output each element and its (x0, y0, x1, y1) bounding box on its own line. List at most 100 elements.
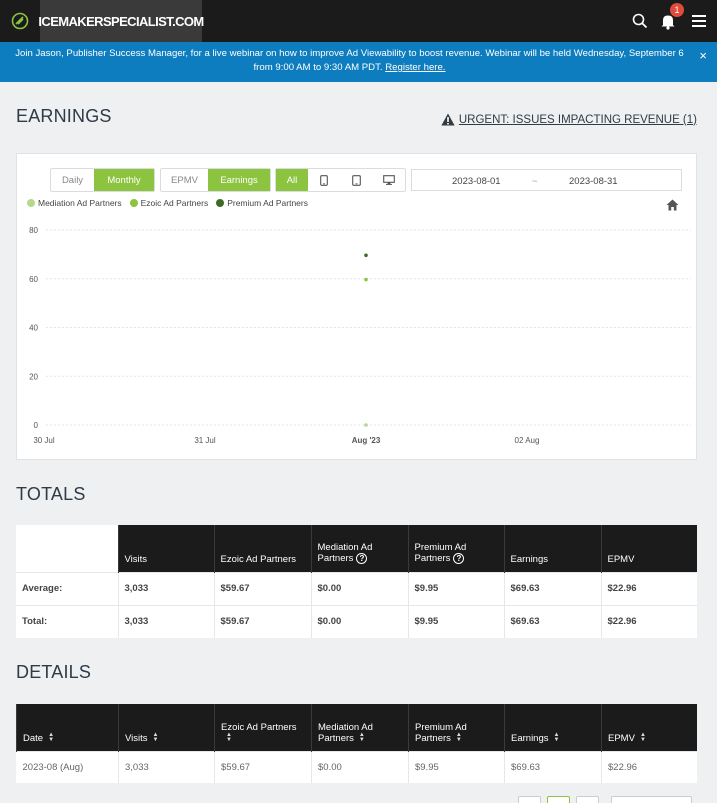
legend-label: Ezoic Ad Partners (140, 198, 209, 208)
details-table-card: Date ▲ ▼ Visits ▲ ▼ Ezoic Ad Partners▲ ▼ Medi… (16, 704, 697, 783)
details-header-ezoic[interactable]: Ezoic Ad Partners▲ ▼ (214, 704, 312, 751)
totals-cell: $59.67 (213, 604, 311, 638)
pagination-prev-button[interactable] (518, 796, 541, 803)
details-header-epmv[interactable]: EPMV ▲ ▼ (601, 704, 697, 751)
details-cell: $22.96 (601, 750, 697, 783)
table-row: 2023-08 (Aug) 3,033 $59.67 $0.00 $9.95 $… (16, 750, 697, 783)
totals-title: TOTALS (16, 484, 86, 504)
totals-cell: $22.96 (600, 604, 697, 638)
totals-header-blank (16, 525, 118, 572)
totals-header-premium: Premium Ad Partners? (407, 525, 504, 572)
y-tick-label: 60 (29, 275, 38, 284)
legend-item[interactable]: Mediation Ad Partners (27, 198, 122, 208)
legend-item[interactable]: Ezoic Ad Partners (129, 198, 209, 208)
totals-cell: $9.95 (407, 571, 504, 605)
help-icon[interactable]: ? (453, 553, 465, 565)
sort-icon[interactable]: ▲ ▼ (48, 732, 54, 743)
details-cell: 3,033 (118, 750, 215, 783)
totals-cell: $0.00 (310, 571, 408, 605)
period-monthly-button[interactable]: Monthly (94, 169, 154, 191)
details-header-visits[interactable]: Visits ▲ ▼ (118, 704, 215, 751)
search-icon[interactable] (627, 8, 653, 34)
page-size-select[interactable] (611, 796, 692, 803)
details-header-label: Visits (125, 732, 148, 744)
x-tick-label: 30 Jul (33, 436, 55, 445)
details-header-label: Earnings (511, 732, 549, 744)
menu-icon[interactable] (686, 8, 712, 34)
details-table: Date ▲ ▼ Visits ▲ ▼ Ezoic Ad Partners▲ ▼ Medi… (16, 704, 697, 783)
legend-item[interactable]: Premium Ad Partners (216, 198, 308, 208)
totals-cell: $0.00 (310, 604, 408, 638)
sort-icon[interactable]: ▲ ▼ (456, 732, 462, 743)
pagination-next-button[interactable] (576, 796, 599, 803)
data-point[interactable] (364, 277, 368, 282)
x-tick-label: 02 Aug (515, 436, 540, 445)
details-cell: $59.67 (214, 750, 312, 783)
totals-cell: $59.67 (213, 571, 311, 605)
legend-color-dot (216, 199, 225, 207)
webinar-banner: Join Jason, Publisher Success Manager, f… (0, 42, 717, 82)
device-all-button[interactable]: All (276, 169, 308, 191)
ezoic-logo-icon[interactable] (0, 0, 40, 42)
legend-color-dot (129, 199, 138, 207)
site-selector[interactable]: ICEMAKERSPECIALIST.COM (38, 0, 204, 42)
sort-icon[interactable]: ▲ ▼ (640, 732, 646, 743)
legend-color-dot (27, 199, 35, 207)
warning-icon (441, 113, 455, 126)
data-point[interactable] (364, 253, 368, 258)
legend-label: Mediation Ad Partners (38, 198, 122, 208)
pagination-page-button[interactable] (547, 796, 570, 803)
y-tick-label: 40 (29, 324, 38, 333)
metric-toggle: EPMV Earnings (160, 168, 271, 192)
close-icon[interactable]: × (699, 49, 707, 63)
totals-header-visits: Visits (117, 525, 214, 572)
totals-cell: $69.63 (503, 571, 601, 605)
reset-zoom-home-icon[interactable] (666, 198, 680, 211)
legend-label: Premium Ad Partners (227, 198, 308, 208)
register-link[interactable]: Register here. (385, 62, 445, 73)
help-icon[interactable]: ? (356, 553, 368, 565)
y-tick-label: 20 (29, 372, 38, 381)
y-tick-label: 0 (34, 421, 39, 430)
period-toggle: Daily Monthly (50, 168, 155, 192)
notification-count-badge: 1 (670, 3, 684, 17)
details-cell: $9.95 (408, 750, 505, 783)
totals-table-card: Visits Ezoic Ad Partners Mediation Ad Pa… (16, 525, 697, 638)
date-separator: ~ (532, 176, 538, 187)
urgent-issues-link[interactable]: URGENT: ISSUES IMPACTING REVENUE (1) (441, 113, 697, 126)
details-header-earnings[interactable]: Earnings ▲ ▼ (504, 704, 602, 751)
x-tick-label: 31 Jul (194, 436, 216, 445)
tablet-icon[interactable] (308, 169, 340, 191)
table-row: Average: 3,033 $59.67 $0.00 $9.95 $69.63… (16, 571, 697, 605)
sort-icon[interactable]: ▲ ▼ (226, 732, 232, 743)
data-point[interactable] (364, 423, 368, 427)
totals-cell: 3,033 (117, 571, 214, 605)
date-start: 2023-08-01 (452, 176, 501, 187)
totals-cell: 3,033 (117, 604, 214, 638)
totals-cell: Average: (16, 571, 118, 605)
period-daily-button[interactable]: Daily (51, 169, 94, 191)
totals-header-ezoic: Ezoic Ad Partners (213, 525, 311, 572)
totals-header-mediation: Mediation Ad Partners? (310, 525, 408, 572)
sort-icon[interactable]: ▲ ▼ (554, 732, 560, 743)
totals-table: Visits Ezoic Ad Partners Mediation Ad Pa… (16, 525, 697, 638)
sort-icon[interactable]: ▲ ▼ (359, 732, 365, 743)
metric-epmv-button[interactable]: EPMV (161, 169, 208, 191)
y-tick-label: 80 (29, 226, 38, 235)
metric-earnings-button[interactable]: Earnings (208, 169, 270, 191)
details-header-premium[interactable]: Premium Ad Partners ▲ ▼ (408, 704, 505, 751)
chart-legend: Mediation Ad Partners Ezoic Ad Partners … (27, 198, 308, 208)
x-tick-label: Aug '23 (352, 436, 381, 445)
details-header-mediation[interactable]: Mediation Ad Partners ▲ ▼ (311, 704, 409, 751)
earnings-chart: 0 20 40 60 80 30 Jul 31 Jul Aug '23 02 Aug (29, 226, 691, 445)
urgent-issues-label: URGENT: ISSUES IMPACTING REVENUE (1) (458, 113, 697, 126)
date-range-picker[interactable]: 2023-08-01 ~ 2023-08-31 (411, 169, 682, 191)
sort-icon[interactable]: ▲ ▼ (153, 732, 159, 743)
desktop-icon[interactable] (372, 169, 405, 191)
details-header-date[interactable]: Date ▲ ▼ (16, 704, 119, 751)
details-title: DETAILS (16, 662, 92, 682)
banner-text: Join Jason, Publisher Success Manager, f… (15, 48, 684, 73)
details-cell: $69.63 (504, 750, 602, 783)
totals-cell: Total: (16, 604, 118, 638)
mobile-icon[interactable] (340, 169, 372, 191)
